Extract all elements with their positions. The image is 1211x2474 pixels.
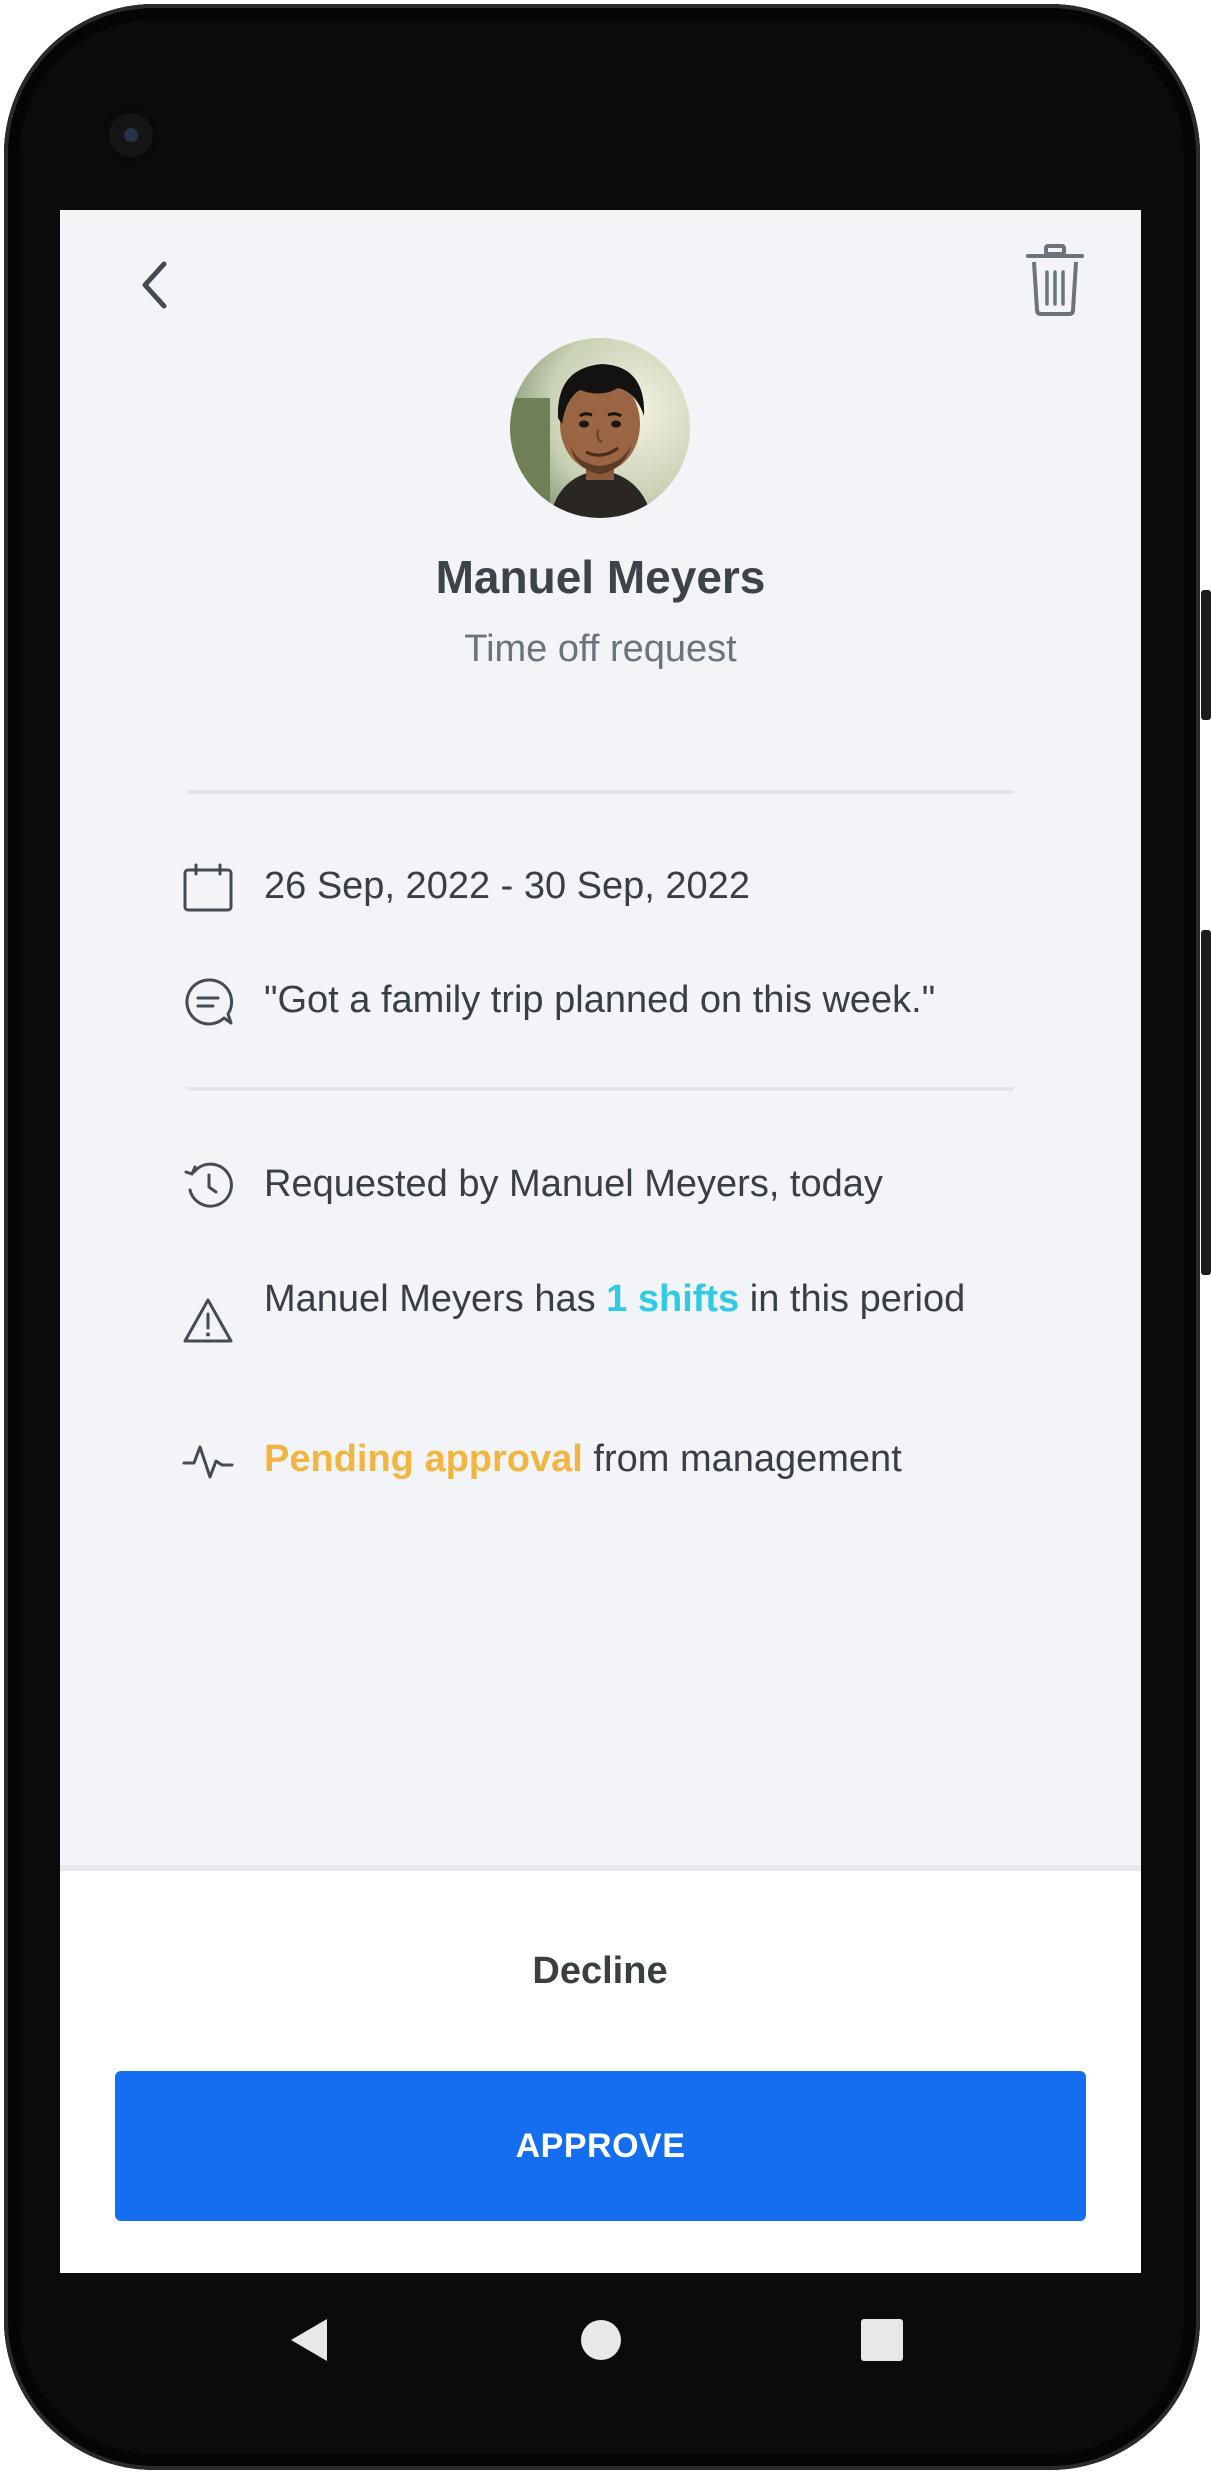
volume-button	[1201, 590, 1211, 720]
delete-button[interactable]	[1020, 238, 1090, 318]
approve-button[interactable]: APPROVE	[115, 2071, 1086, 2221]
status-row: Pending approval from management	[182, 1435, 1052, 1487]
phone-frame: Manuel Meyers Time off request 26 Sep, 2…	[0, 0, 1211, 2474]
warning-icon	[183, 1298, 233, 1343]
note-row: "Got a family trip planned on this week.…	[182, 976, 1052, 1028]
comment-icon	[185, 978, 234, 1026]
activity-icon	[182, 1445, 234, 1479]
employee-name: Manuel Meyers	[435, 551, 766, 603]
requested-by-text: Requested by Manuel Meyers, today	[264, 1163, 883, 1205]
shifts-row: Manuel Meyers has 1 shifts in this perio…	[182, 1275, 1052, 1347]
decline-button[interactable]: Decline	[360, 1931, 840, 2011]
chevron-left-icon	[142, 261, 167, 309]
date-range-text: 26 Sep, 2022 - 30 Sep, 2022	[264, 865, 750, 907]
app-screen: Manuel Meyers Time off request 26 Sep, 2…	[60, 210, 1141, 2273]
nav-recents-icon	[861, 2319, 903, 2361]
action-panel: Decline APPROVE	[60, 1865, 1141, 2273]
date-range-row: 26 Sep, 2022 - 30 Sep, 2022	[182, 862, 1052, 914]
front-camera	[103, 107, 159, 163]
shifts-text: Manuel Meyers has 1 shifts in this perio…	[264, 1275, 984, 1323]
avatar-photo	[510, 338, 690, 518]
nav-back-icon	[291, 2319, 327, 2361]
request-type: Time off request	[464, 628, 737, 670]
shifts-suffix: in this period	[739, 1278, 966, 1320]
calendar-icon	[183, 863, 233, 912]
nav-home-icon	[581, 2320, 621, 2360]
nav-back-button[interactable]	[285, 2315, 335, 2365]
requested-by-row: Requested by Manuel Meyers, today	[182, 1160, 1052, 1212]
history-icon	[184, 1162, 233, 1208]
nav-recents-button[interactable]	[860, 2318, 904, 2362]
trash-icon	[1026, 244, 1084, 316]
note-text: "Got a family trip planned on this week.…	[264, 979, 936, 1021]
divider	[187, 1087, 1014, 1091]
status-suffix: from management	[582, 1438, 902, 1480]
power-button	[1201, 930, 1211, 1275]
system-navigation-bar	[60, 2273, 1141, 2403]
nav-home-button[interactable]	[580, 2319, 622, 2361]
status-badge: Pending approval	[264, 1438, 583, 1480]
divider	[187, 790, 1014, 794]
shifts-prefix: Manuel Meyers has	[264, 1278, 607, 1320]
back-button[interactable]	[120, 250, 190, 320]
status-text: Pending approval from management	[264, 1435, 902, 1483]
avatar	[510, 338, 690, 518]
shifts-count-link[interactable]: 1 shifts	[606, 1278, 739, 1320]
